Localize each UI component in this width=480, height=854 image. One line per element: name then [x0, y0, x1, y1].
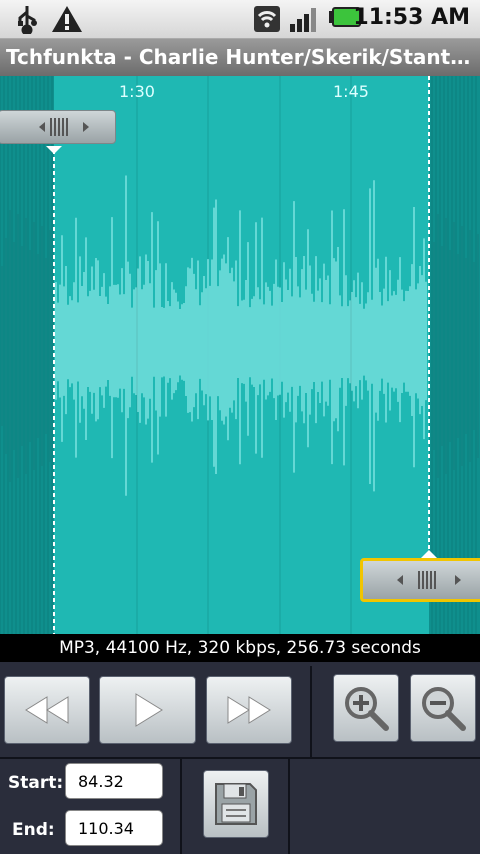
- end-handle[interactable]: [360, 558, 480, 602]
- usb-icon: [18, 6, 37, 34]
- save-icon: [215, 783, 257, 825]
- start-field[interactable]: [65, 763, 163, 799]
- start-handle[interactable]: [0, 110, 116, 144]
- fast-forward-icon: [227, 696, 271, 724]
- divider: [0, 757, 480, 759]
- signal-icon: [290, 8, 316, 32]
- play-icon: [135, 693, 163, 727]
- save-button[interactable]: [203, 770, 269, 838]
- divider: [288, 759, 290, 854]
- divider: [180, 759, 182, 854]
- time-label: 1:45: [333, 82, 369, 101]
- warning-icon: [52, 6, 82, 32]
- audio-info: MP3, 44100 Hz, 320 kbps, 256.73 seconds: [0, 634, 480, 662]
- rewind-icon: [25, 696, 69, 724]
- play-button[interactable]: [99, 676, 196, 744]
- grip-icon: [397, 571, 461, 589]
- end-field[interactable]: [65, 810, 163, 846]
- divider: [310, 666, 312, 757]
- end-label: End:: [12, 820, 55, 840]
- grip-icon: [39, 118, 89, 136]
- fast-forward-button[interactable]: [206, 676, 292, 744]
- track-title: Tchfunkta - Charlie Hunter/Skerik/Stanto…: [0, 39, 480, 76]
- start-label: Start:: [8, 773, 64, 793]
- waveform-canvas[interactable]: [0, 76, 480, 634]
- zoom-out-button[interactable]: [410, 674, 476, 742]
- rewind-button[interactable]: [4, 676, 90, 744]
- zoom-out-icon: [422, 687, 466, 731]
- zoom-in-button[interactable]: [333, 674, 399, 742]
- status-bar: 11:53 AM: [0, 0, 480, 39]
- zoom-in-icon: [345, 687, 389, 731]
- time-label: 1:30: [119, 82, 155, 101]
- status-time: 11:53 AM: [353, 5, 470, 30]
- wifi-icon: [254, 6, 280, 32]
- waveform-view[interactable]: 1:30 1:45: [0, 76, 480, 634]
